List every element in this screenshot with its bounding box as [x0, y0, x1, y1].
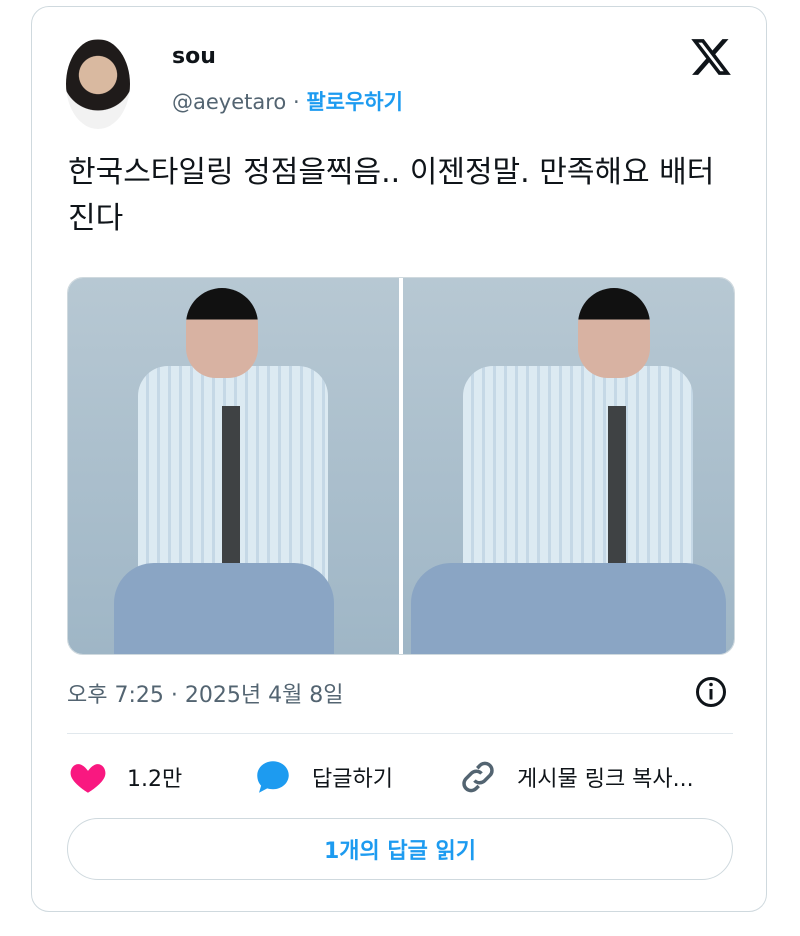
x-logo-icon[interactable]	[689, 35, 733, 79]
read-replies-button[interactable]: 1개의 답글 읽기	[67, 818, 733, 880]
photo-left[interactable]	[68, 278, 399, 654]
heart-icon	[70, 764, 106, 793]
reply-button[interactable]: 답글하기	[252, 753, 393, 801]
media-grid[interactable]	[67, 277, 735, 655]
link-icon	[462, 761, 494, 793]
like-button[interactable]: 1.2만	[67, 753, 182, 801]
info-icon[interactable]	[693, 674, 729, 710]
photo-right[interactable]	[403, 278, 734, 654]
follow-button[interactable]: 팔로우하기	[306, 90, 403, 114]
like-count: 1.2만	[127, 767, 183, 792]
copy-link-label: 게시물 링크 복사...	[517, 767, 694, 792]
action-bar: 1.2만 답글하기 게시물 링크 복사...	[67, 753, 737, 801]
separator: ·	[292, 90, 300, 114]
tweet-text: 한국스타일링 정점을찍음.. 이젠정말. 만족해요 배터진다	[68, 155, 715, 236]
timestamp[interactable]: 오후 7:25 · 2025년 4월 8일	[67, 677, 344, 709]
avatar[interactable]	[66, 39, 130, 129]
reply-icon	[257, 761, 289, 793]
author-name[interactable]: sou	[172, 44, 216, 69]
reply-label: 답글하기	[312, 767, 393, 792]
copy-link-button[interactable]: 게시물 링크 복사...	[457, 753, 694, 801]
author-handle[interactable]: @aeyetaro	[172, 90, 286, 114]
author-handle-row: @aeyetaro · 팔로우하기	[172, 86, 403, 116]
divider	[67, 733, 733, 734]
